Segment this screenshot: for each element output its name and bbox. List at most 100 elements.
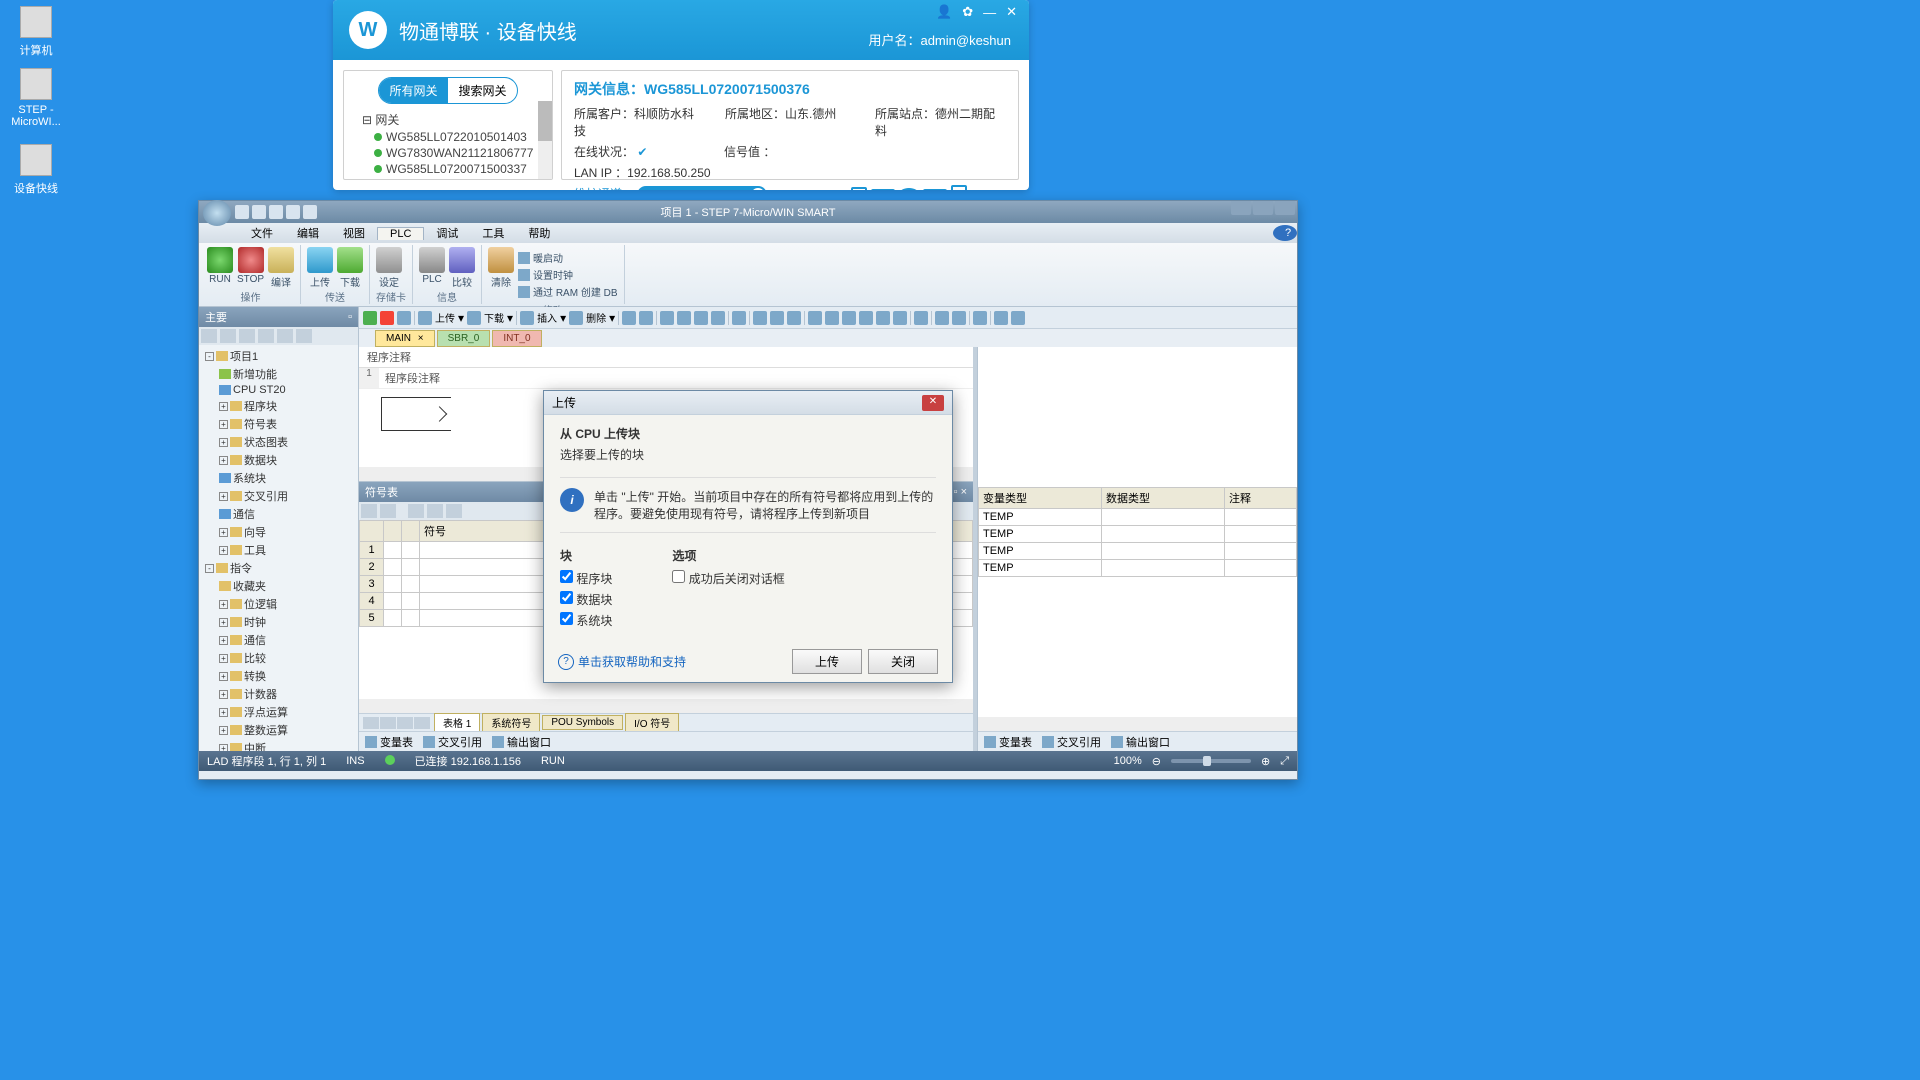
zoom-in-icon[interactable]: ⊕ xyxy=(1261,755,1270,768)
desktop-icon-computer[interactable]: 计算机 xyxy=(6,6,66,58)
compare-button[interactable]: 比较 xyxy=(449,247,475,289)
minimize-icon[interactable]: — xyxy=(983,5,996,20)
btab-system[interactable]: 系统符号 xyxy=(482,713,540,732)
btab-pou[interactable]: POU Symbols xyxy=(542,715,623,730)
menu-tools[interactable]: 工具 xyxy=(470,225,516,241)
dialog-help-link[interactable]: ?单击获取帮助和支持 xyxy=(558,653,686,670)
tree-node[interactable]: +计数器 xyxy=(201,685,356,703)
devapp-window-controls: 👤 ✿ — ✕ xyxy=(936,4,1017,20)
download-button[interactable]: 下载 xyxy=(337,247,363,289)
app-menu-orb[interactable] xyxy=(203,200,231,226)
checkbox-data-block[interactable]: 数据块 xyxy=(560,589,612,610)
checkbox-program-block[interactable]: 程序块 xyxy=(560,568,612,589)
pane-close-icon[interactable]: ▫ xyxy=(348,311,352,323)
maintenance-toggle[interactable]: ON xyxy=(637,186,767,190)
tab-main[interactable]: MAIN × xyxy=(375,330,435,347)
tree-node[interactable]: CPU ST20 xyxy=(201,383,356,397)
step7-title: 项目 1 - STEP 7-Micro/WIN SMART xyxy=(199,204,1297,220)
tree-instructions[interactable]: -指令 xyxy=(201,559,356,577)
tree-node[interactable]: 新增功能 xyxy=(201,365,356,383)
checkbox-close-after[interactable]: 成功后关闭对话框 xyxy=(672,568,784,589)
menu-help[interactable]: 帮助 xyxy=(516,225,562,241)
tree-node[interactable]: +向导 xyxy=(201,523,356,541)
tab-variable-table[interactable]: 变量表 xyxy=(984,734,1032,750)
tree-node[interactable]: +时钟 xyxy=(201,613,356,631)
tab-xref[interactable]: 交叉引用 xyxy=(1042,734,1101,750)
tree-node[interactable]: +工具 xyxy=(201,541,356,559)
tree-node[interactable]: +程序块 xyxy=(201,397,356,415)
gateway-item[interactable]: WG585LL0722010501403 xyxy=(350,129,546,145)
close-icon[interactable] xyxy=(1275,201,1295,215)
minimize-icon[interactable] xyxy=(1231,201,1251,215)
tree-node[interactable]: 通信 xyxy=(201,505,356,523)
tab-sbr0[interactable]: SBR_0 xyxy=(437,330,491,347)
status-zoom: 100% xyxy=(1114,755,1142,767)
bottom-output-tabs: 变量表 交叉引用 输出窗口 xyxy=(359,731,973,751)
tab-output[interactable]: 输出窗口 xyxy=(1111,734,1170,750)
plc-info-button[interactable]: PLC xyxy=(419,247,445,289)
dialog-close-button2[interactable]: 关闭 xyxy=(868,649,938,674)
gateway-root[interactable]: ⊟ 网关 xyxy=(350,110,546,129)
menu-debug[interactable]: 调试 xyxy=(424,225,470,241)
tab-search-gateways[interactable]: 搜索网关 xyxy=(448,78,517,103)
close-icon[interactable]: ✕ xyxy=(1006,4,1017,20)
tree-node[interactable]: +符号表 xyxy=(201,415,356,433)
pane-controls[interactable]: ▫ × xyxy=(954,486,967,498)
tree-node[interactable]: +数据块 xyxy=(201,451,356,469)
erase-button[interactable]: 清除 xyxy=(488,247,514,302)
checkbox-system-block[interactable]: 系统块 xyxy=(560,610,612,631)
run-button[interactable]: RUN xyxy=(207,247,233,289)
tree-node[interactable]: +中断 xyxy=(201,739,356,751)
menu-plc[interactable]: PLC xyxy=(377,227,424,240)
tab-variable-table[interactable]: 变量表 xyxy=(365,734,413,750)
tree-node[interactable]: +比较 xyxy=(201,649,356,667)
menu-file[interactable]: 文件 xyxy=(239,225,285,241)
quick-access-toolbar xyxy=(235,205,317,219)
desktop-icon-step7[interactable]: STEP -MicroWI... xyxy=(6,68,66,128)
stop-button[interactable]: STOP xyxy=(237,247,264,289)
menu-view[interactable]: 视图 xyxy=(331,225,377,241)
setup-button[interactable]: 设定 xyxy=(376,247,402,289)
tree-node[interactable]: +转换 xyxy=(201,667,356,685)
tree-node[interactable]: +浮点运算 xyxy=(201,703,356,721)
btab-io[interactable]: I/O 符号 xyxy=(625,713,679,732)
zoom-slider[interactable] xyxy=(1171,759,1251,763)
expand-icon[interactable]: ⤢ xyxy=(1280,755,1289,768)
settings-icon[interactable]: ✿ xyxy=(962,4,973,20)
tab-int0[interactable]: INT_0 xyxy=(492,330,541,347)
user-icon[interactable]: 👤 xyxy=(936,4,952,20)
help-icon[interactable]: ? xyxy=(1273,225,1297,241)
btab-table1[interactable]: 表格 1 xyxy=(434,713,480,732)
dialog-titlebar[interactable]: 上传 ✕ xyxy=(544,391,952,415)
gateway-item[interactable]: WG585LL0720071500337 xyxy=(350,161,546,177)
program-comment-header[interactable]: 程序注释 xyxy=(359,347,973,368)
symbol-hscroll[interactable] xyxy=(359,699,973,713)
tab-output[interactable]: 输出窗口 xyxy=(492,734,551,750)
tree-project[interactable]: -项目1 xyxy=(201,347,356,365)
dialog-close-button[interactable]: ✕ xyxy=(922,395,944,411)
desktop-icon-devexpress[interactable]: 设备快线 xyxy=(6,144,66,196)
ladder-segment[interactable] xyxy=(381,397,451,431)
gateway-info-panel: 网关信息：WG585LL0720071500376 所属客户：科顺防水科技 所属… xyxy=(561,70,1019,180)
rpanel-hscroll[interactable] xyxy=(978,717,1297,731)
step7-titlebar[interactable]: 项目 1 - STEP 7-Micro/WIN SMART xyxy=(199,201,1297,223)
scrollbar[interactable] xyxy=(538,101,552,179)
tab-xref[interactable]: 交叉引用 xyxy=(423,734,482,750)
variable-grid[interactable]: 变量类型数据类型注释 TEMP TEMP TEMP TEMP xyxy=(978,487,1297,577)
upload-button[interactable]: 上传 xyxy=(307,247,333,289)
help-icon: ? xyxy=(558,654,574,670)
tree-node[interactable]: +交叉引用 xyxy=(201,487,356,505)
dialog-upload-button[interactable]: 上传 xyxy=(792,649,862,674)
menu-edit[interactable]: 编辑 xyxy=(285,225,331,241)
compile-button[interactable]: 编译 xyxy=(268,247,294,289)
tree-node[interactable]: 收藏夹 xyxy=(201,577,356,595)
tree-node[interactable]: +整数运算 xyxy=(201,721,356,739)
tree-node[interactable]: +状态图表 xyxy=(201,433,356,451)
tree-node[interactable]: 系统块 xyxy=(201,469,356,487)
maximize-icon[interactable] xyxy=(1253,201,1273,215)
zoom-out-icon[interactable]: ⊖ xyxy=(1152,755,1161,768)
tree-node[interactable]: +位逻辑 xyxy=(201,595,356,613)
tree-node[interactable]: +通信 xyxy=(201,631,356,649)
gateway-item[interactable]: WG7830WAN21121806777 xyxy=(350,145,546,161)
tab-all-gateways[interactable]: 所有网关 xyxy=(379,78,448,103)
